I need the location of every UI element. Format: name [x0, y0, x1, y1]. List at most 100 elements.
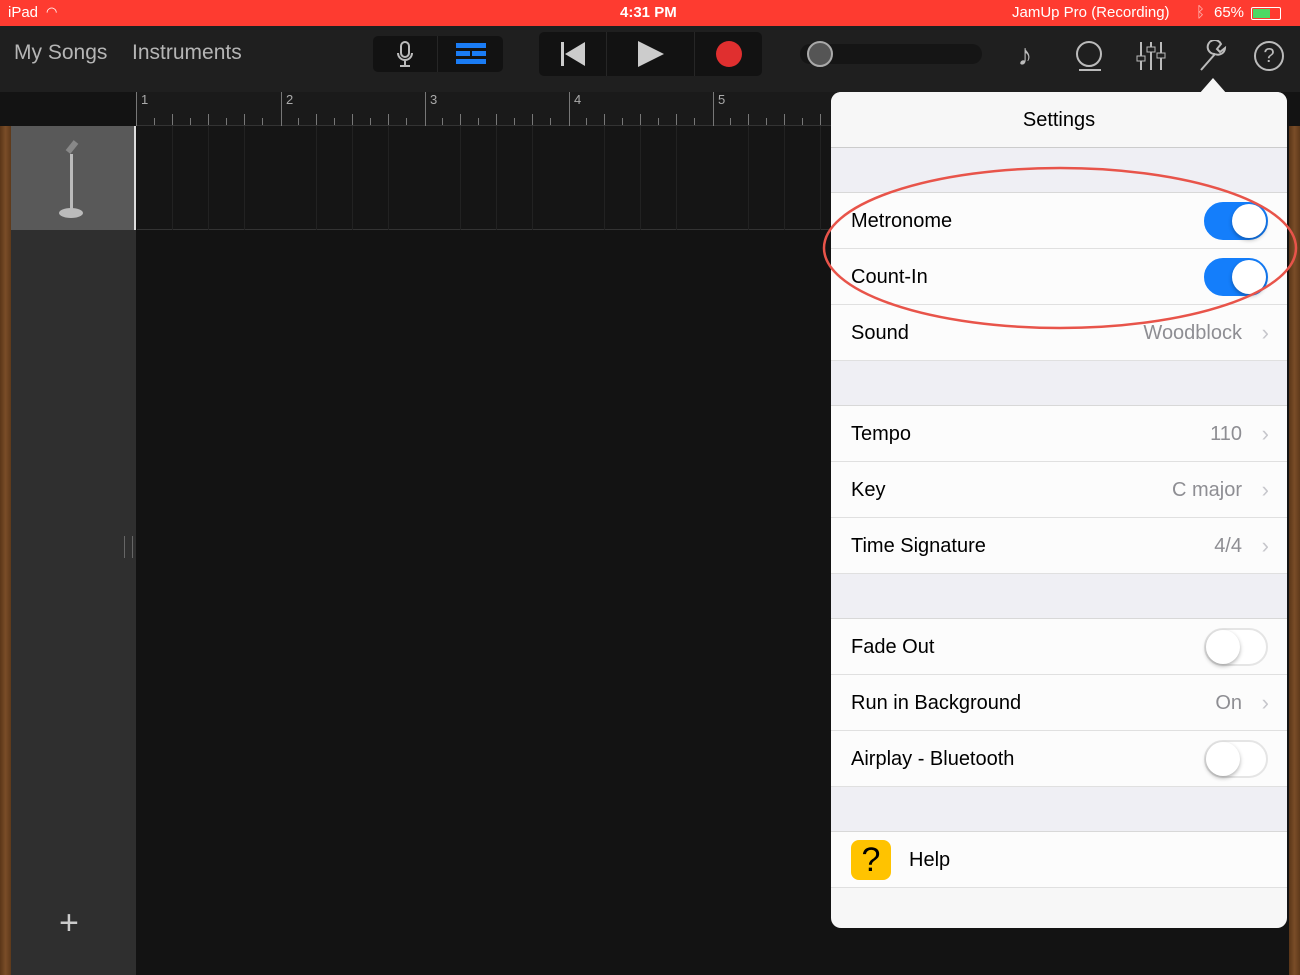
fade-out-toggle[interactable] — [1204, 628, 1268, 666]
ruler-tick — [478, 118, 479, 125]
toolbar: My Songs Instruments ♪ ? — [0, 26, 1300, 92]
run-in-background-row[interactable]: Run in Background On › — [831, 675, 1287, 731]
ruler-tick — [388, 114, 389, 125]
timeline-ruler[interactable]: 1 2 3 4 5 — [136, 92, 839, 126]
status-bar: iPad ◠ 4:31 PM JamUp Pro (Recording) ᛒ 6… — [0, 0, 1300, 26]
row-label: Fade Out — [851, 636, 935, 658]
airplay-bluetooth-toggle[interactable] — [1204, 740, 1268, 778]
battery-percent: 65% — [1214, 4, 1245, 21]
recording-app[interactable]: JamUp Pro (Recording) — [1012, 4, 1170, 21]
grid-line — [748, 126, 749, 230]
note-icon[interactable]: ♪ — [1007, 38, 1043, 74]
help-question-icon: ? — [851, 840, 891, 880]
ruler-tick — [460, 114, 461, 125]
row-label: Key — [851, 479, 886, 501]
wood-edge-left — [0, 126, 11, 975]
key-row[interactable]: Key C major › — [831, 462, 1287, 518]
ruler-tick — [190, 118, 191, 125]
ruler-tick — [766, 118, 767, 125]
ruler-tick — [676, 114, 677, 125]
row-value: 4/4 — [1214, 535, 1242, 557]
annotation-ellipse — [822, 166, 1298, 330]
grid-line — [460, 126, 461, 230]
grid-line — [244, 126, 245, 230]
row-label: Run in Background — [851, 692, 1022, 714]
bluetooth-icon: ᛒ — [1196, 4, 1206, 21]
add-track-icon[interactable]: + — [59, 904, 79, 943]
grid-line — [316, 126, 317, 230]
bar-number: 2 — [281, 92, 293, 126]
ruler-tick — [352, 114, 353, 125]
record-icon[interactable] — [695, 32, 762, 76]
help-row[interactable]: ? Help — [831, 832, 1287, 888]
wrench-icon[interactable] — [1195, 38, 1231, 74]
ruler-tick — [334, 118, 335, 125]
row-label: Help — [909, 849, 951, 871]
grid-line — [604, 126, 605, 230]
row-value: 110 — [1210, 423, 1242, 445]
ruler-tick — [730, 118, 731, 125]
ruler-tick — [532, 114, 533, 125]
popover-title: Settings — [831, 92, 1287, 148]
row-value: On — [1215, 692, 1242, 714]
ruler-tick — [550, 118, 551, 125]
ruler-tick — [622, 118, 623, 125]
tempo-row[interactable]: Tempo 110 › — [831, 406, 1287, 462]
bar-number: 1 — [136, 92, 148, 126]
fade-out-row: Fade Out — [831, 619, 1287, 675]
grid-line — [640, 126, 641, 230]
ruler-tick — [172, 114, 173, 125]
wifi-icon: ◠ — [46, 4, 58, 19]
ruler-tick — [820, 114, 821, 125]
instruments-button[interactable]: Instruments — [132, 41, 242, 65]
bar-number: 3 — [425, 92, 437, 126]
help-icon[interactable]: ? — [1251, 38, 1287, 74]
row-label: Airplay - Bluetooth — [851, 748, 1015, 770]
loop-icon[interactable] — [1071, 38, 1107, 74]
track-header-column — [11, 126, 136, 975]
grid-line — [496, 126, 497, 230]
ruler-tick — [802, 118, 803, 125]
ruler-tick — [496, 114, 497, 125]
ruler-tick — [640, 114, 641, 125]
ruler-tick — [658, 118, 659, 125]
chevron-right-icon: › — [1261, 690, 1269, 715]
microphone-stand-icon — [59, 140, 83, 218]
rewind-icon[interactable] — [539, 32, 607, 76]
ruler-tick — [208, 114, 209, 125]
ruler-tick — [514, 118, 515, 125]
grid-line — [352, 126, 353, 230]
volume-slider[interactable] — [800, 41, 982, 67]
tracks-view-icon[interactable] — [438, 36, 503, 72]
row-label: Tempo — [851, 423, 912, 445]
grid-line — [532, 126, 533, 230]
ruler-tick — [784, 114, 785, 125]
grid-line — [784, 126, 785, 230]
ruler-tick — [442, 118, 443, 125]
time-signature-row[interactable]: Time Signature 4/4 › — [831, 518, 1287, 574]
track-lane[interactable] — [137, 126, 837, 230]
mixer-icon[interactable] — [1133, 38, 1169, 74]
row-value: C major — [1171, 479, 1242, 501]
device-name: iPad — [8, 4, 39, 21]
grid-line — [388, 126, 389, 230]
ruler-tick — [370, 118, 371, 125]
track-header-audio-recorder[interactable] — [11, 126, 136, 230]
volume-knob[interactable] — [807, 41, 833, 67]
play-icon[interactable] — [607, 32, 695, 76]
airplay-bluetooth-row: Airplay - Bluetooth — [831, 731, 1287, 787]
chevron-right-icon: › — [1261, 533, 1269, 558]
my-songs-button[interactable]: My Songs — [14, 41, 107, 65]
ruler-tick — [298, 118, 299, 125]
ruler-tick — [262, 118, 263, 125]
ruler-tick — [694, 118, 695, 125]
ruler-tick — [154, 118, 155, 125]
chevron-right-icon: › — [1261, 477, 1269, 502]
bar-number: 5 — [713, 92, 725, 126]
ruler-tick — [226, 118, 227, 125]
grid-line — [676, 126, 677, 230]
resize-handle[interactable] — [124, 536, 133, 558]
mic-icon[interactable] — [373, 36, 438, 72]
ruler-tick — [316, 114, 317, 125]
ruler-tick — [406, 118, 407, 125]
